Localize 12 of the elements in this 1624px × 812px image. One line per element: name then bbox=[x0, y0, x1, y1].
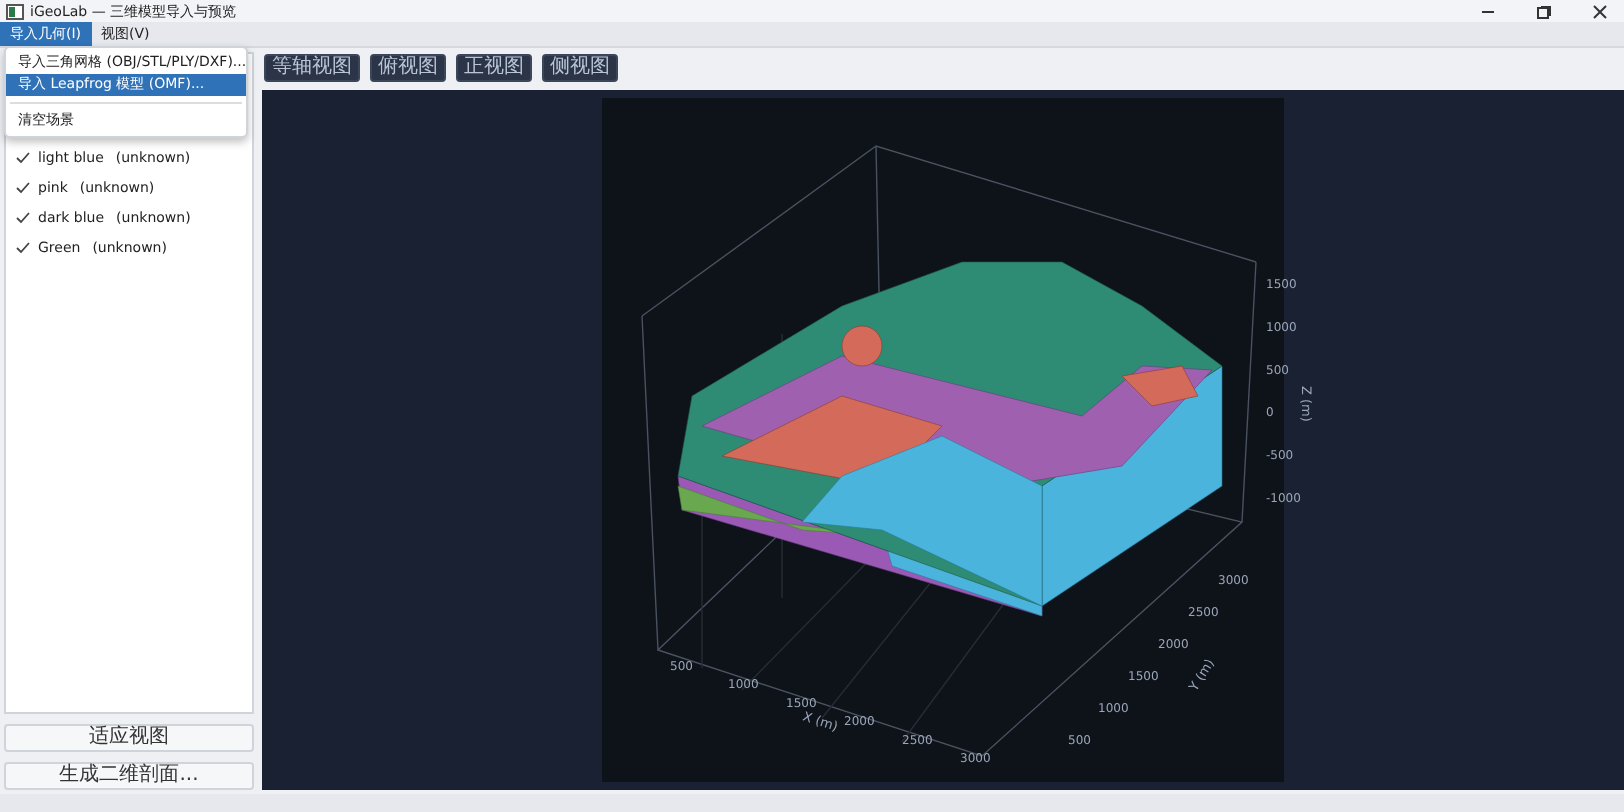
close-icon[interactable] bbox=[1592, 3, 1608, 19]
side-button[interactable]: 适应视图 bbox=[4, 724, 254, 752]
check-icon[interactable] bbox=[16, 181, 30, 193]
view-button[interactable]: 等轴视图 bbox=[264, 54, 360, 82]
restore-icon[interactable] bbox=[1536, 3, 1552, 19]
check-icon[interactable] bbox=[16, 211, 30, 223]
side-button[interactable]: 生成二维剖面... bbox=[4, 762, 254, 790]
view-button[interactable]: 侧视图 bbox=[542, 54, 618, 82]
check-icon[interactable] bbox=[16, 151, 30, 163]
view-button[interactable]: 俯视图 bbox=[370, 54, 446, 82]
view-button[interactable]: 正视图 bbox=[456, 54, 532, 82]
check-icon[interactable] bbox=[16, 241, 30, 253]
